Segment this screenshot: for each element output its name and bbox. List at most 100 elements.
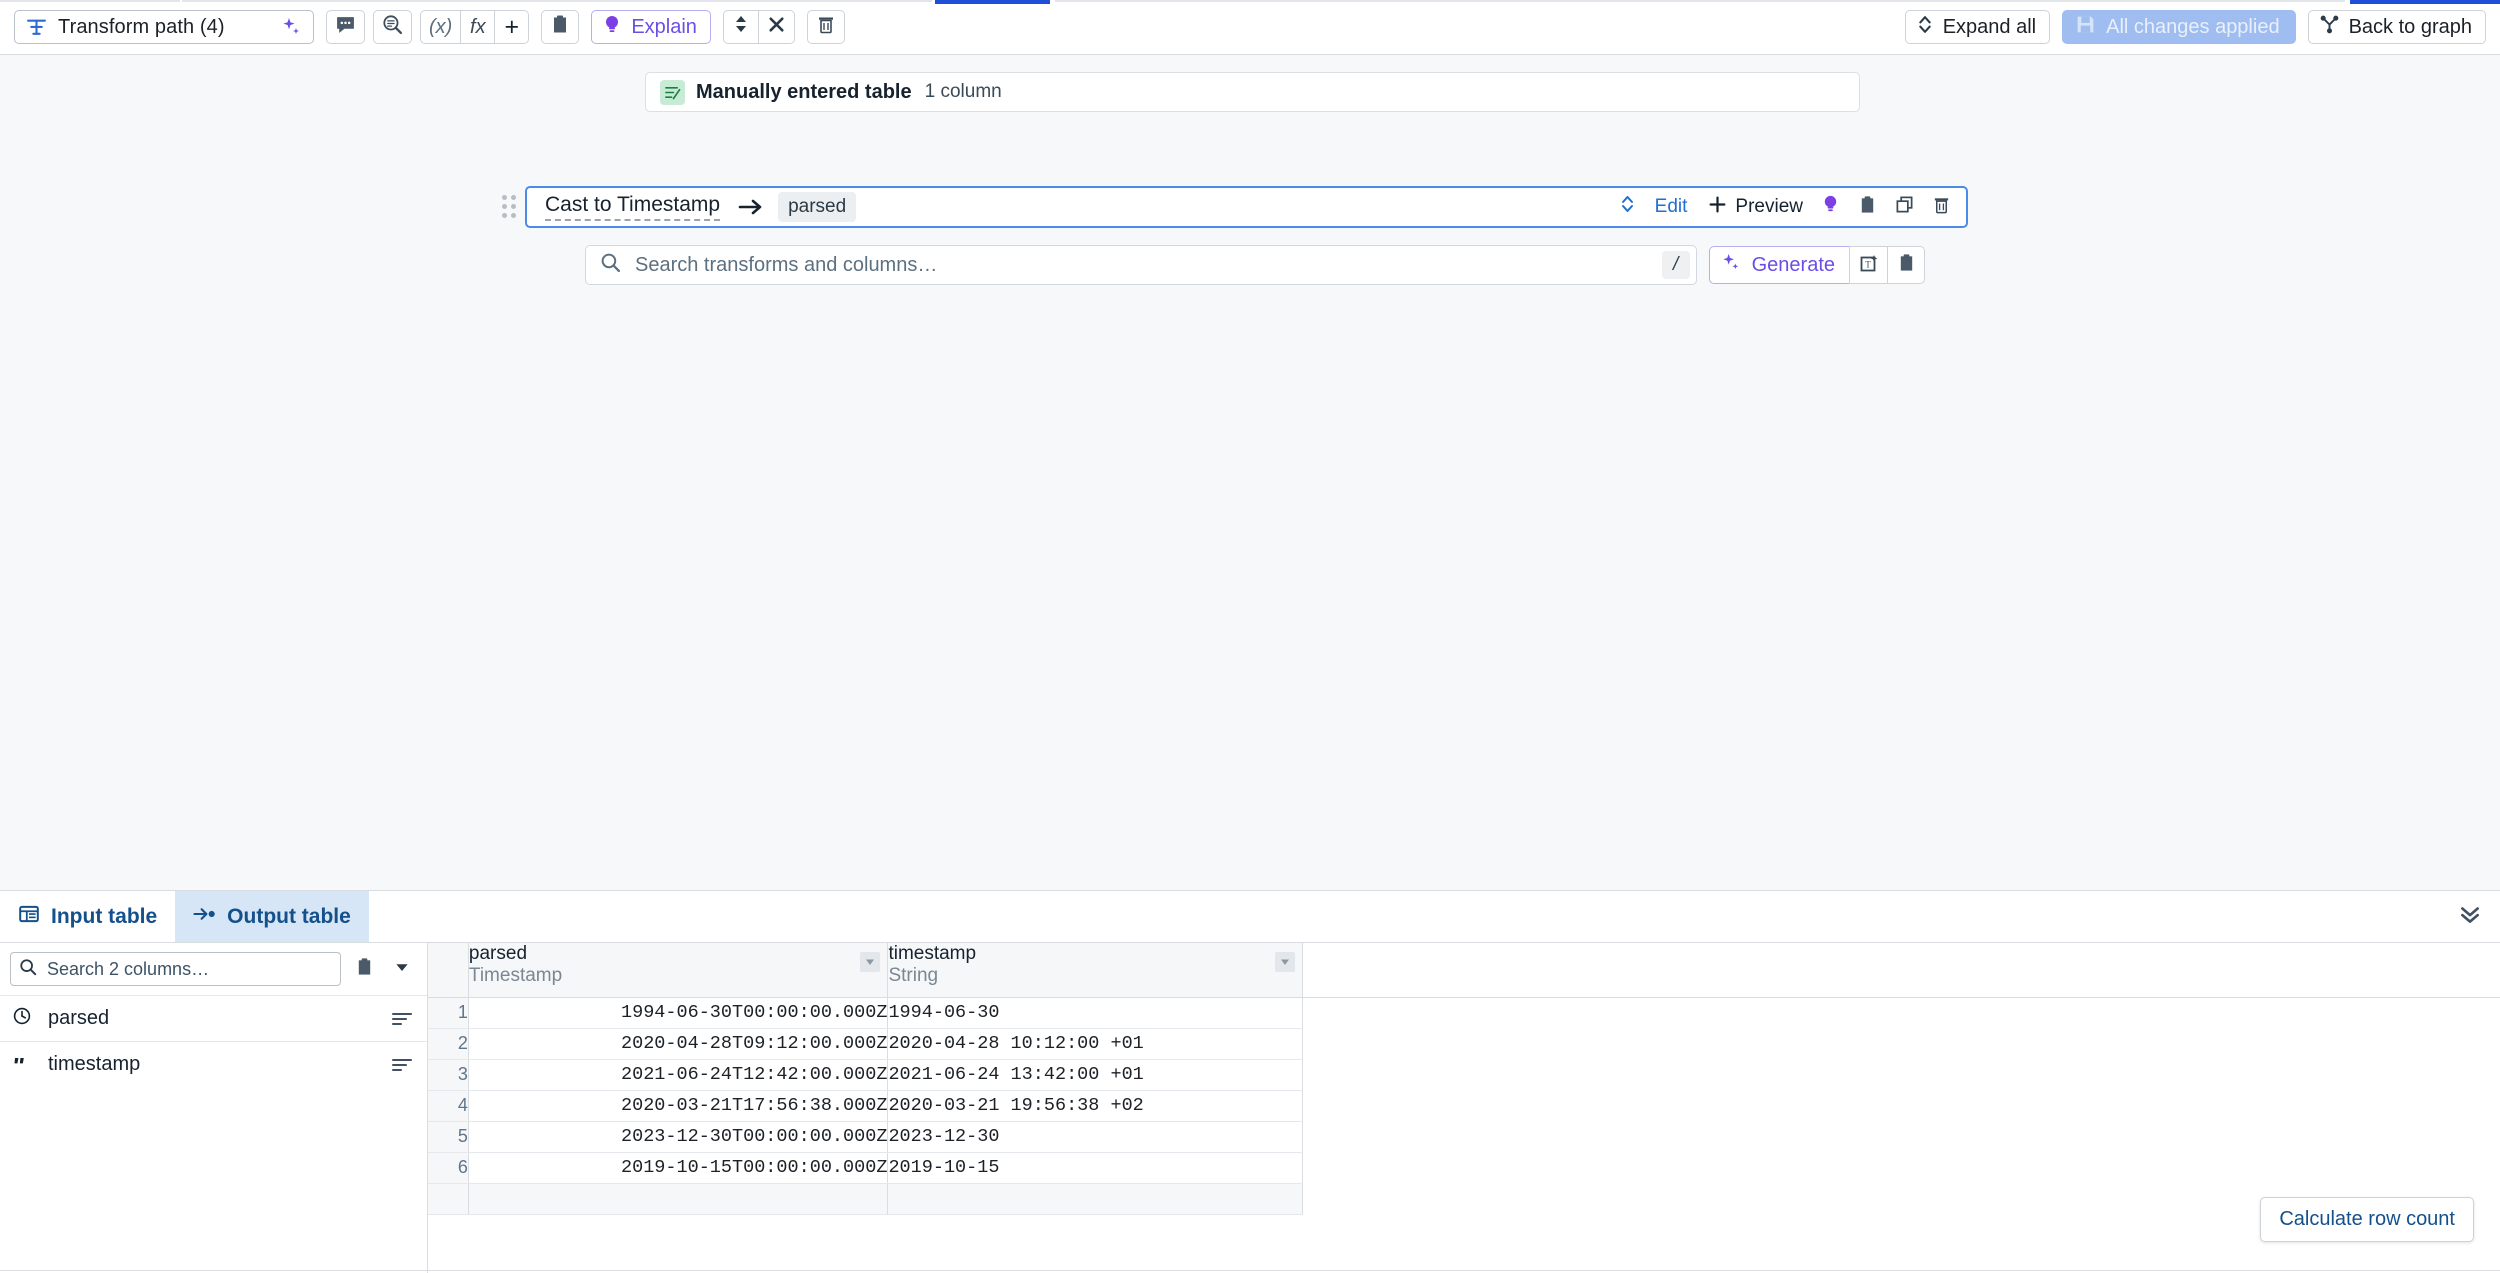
row-number: 6 bbox=[428, 1152, 469, 1184]
search-transforms-input[interactable] bbox=[633, 252, 1662, 278]
cell-parsed: 2019-10-15T00:00:00.000Z bbox=[468, 1152, 889, 1184]
columns-options-dropdown[interactable] bbox=[387, 953, 417, 985]
comment-button[interactable] bbox=[326, 10, 365, 44]
columns-search-input[interactable] bbox=[45, 957, 332, 981]
cell-timestamp: 2020-03-21 19:56:38 +02 bbox=[887, 1090, 1304, 1122]
table-row[interactable]: 6 2019-10-15T00:00:00.000Z 2019-10-15 bbox=[428, 1152, 2500, 1184]
preview-transform-button[interactable]: Preview bbox=[1701, 191, 1810, 223]
column-header-name: parsed bbox=[468, 943, 528, 964]
collapse-panel-button[interactable] bbox=[2440, 891, 2500, 942]
search-transforms-box[interactable]: / bbox=[585, 245, 1697, 285]
explain-label: Explain bbox=[631, 15, 697, 38]
paste-button[interactable] bbox=[541, 10, 580, 44]
delete-node-button[interactable] bbox=[806, 10, 845, 44]
edit-label: Edit bbox=[1654, 196, 1688, 217]
manual-table-icon bbox=[660, 79, 685, 105]
function-icon: fx bbox=[470, 15, 486, 38]
cell-timestamp: 2019-10-15 bbox=[887, 1152, 1304, 1184]
clipboard-icon bbox=[550, 14, 570, 40]
close-icon bbox=[767, 15, 786, 40]
table-row[interactable]: 4 2020-03-21T17:56:38.000Z 2020-03-21 19… bbox=[428, 1090, 2500, 1122]
drag-handle-icon[interactable] bbox=[498, 192, 520, 222]
add-button[interactable]: + bbox=[495, 10, 530, 44]
tabbar-hairline-left bbox=[0, 0, 180, 2]
source-node-manually-entered-table[interactable]: Manually entered table 1 column bbox=[645, 72, 1860, 112]
transform-output-column-pill[interactable]: parsed bbox=[778, 192, 857, 222]
transform-path-label: Transform path (4) bbox=[58, 15, 225, 38]
output-data-table: parsed Timestamp timestamp String 1 1994… bbox=[428, 943, 2500, 1215]
search-nodes-button[interactable] bbox=[373, 10, 412, 44]
table-row[interactable]: 2 2020-04-28T09:12:00.000Z 2020-04-28 10… bbox=[428, 1028, 2500, 1060]
preview-label: Preview bbox=[1735, 196, 1803, 217]
column-list-item-timestamp[interactable]: timestamp bbox=[0, 1041, 427, 1087]
add-variable-button[interactable]: (x) bbox=[420, 10, 462, 44]
expand-node-button[interactable] bbox=[722, 10, 759, 44]
column-header-timestamp[interactable]: timestamp String bbox=[887, 943, 1304, 998]
transform-row-cast-to-timestamp[interactable]: Cast to Timestamp parsed Edit Preview bbox=[525, 186, 1968, 228]
sort-icon[interactable] bbox=[391, 1010, 413, 1028]
generate-button[interactable]: Generate bbox=[1708, 246, 1849, 284]
table-row[interactable]: 5 2023-12-30T00:00:00.000Z 2023-12-30 bbox=[428, 1121, 2500, 1153]
cell-parsed: 2021-06-24T12:42:00.000Z bbox=[468, 1059, 889, 1091]
all-changes-applied-label: All changes applied bbox=[2106, 15, 2280, 38]
expand-all-label: Expand all bbox=[1942, 15, 2037, 38]
row-filler bbox=[1302, 997, 2500, 1028]
double-chevron-down-icon bbox=[2458, 902, 2482, 931]
row-filler bbox=[1302, 1090, 2500, 1121]
plus-icon bbox=[1708, 195, 1727, 220]
transform-name[interactable]: Cast to Timestamp bbox=[545, 193, 721, 221]
add-function-button[interactable]: fx bbox=[461, 10, 496, 44]
cell-parsed: 2020-04-28T09:12:00.000Z bbox=[468, 1028, 889, 1060]
edit-transform-button[interactable]: Edit bbox=[1648, 191, 1698, 223]
transform-search-row: / Generate T bbox=[585, 245, 1925, 285]
close-node-button[interactable] bbox=[758, 10, 795, 44]
lightbulb-icon bbox=[602, 14, 622, 41]
tab-output-table-label: Output table bbox=[227, 904, 351, 928]
row-filler bbox=[1302, 1152, 2500, 1183]
expand-collapse-icon bbox=[732, 14, 750, 40]
column-list-item-parsed[interactable]: parsed bbox=[0, 995, 427, 1041]
cell-timestamp: 2020-04-28 10:12:00 +01 bbox=[887, 1028, 1304, 1060]
sort-icon[interactable] bbox=[391, 1056, 413, 1074]
column-menu-button[interactable] bbox=[1275, 952, 1296, 972]
transform-path-selector[interactable]: Transform path (4) bbox=[14, 10, 314, 44]
tabbar-hairline-mid bbox=[182, 0, 932, 2]
source-node-meta: 1 column bbox=[924, 81, 1002, 102]
generate-label: Generate bbox=[1751, 253, 1835, 276]
delete-transform-button[interactable] bbox=[1925, 191, 1958, 223]
columns-search-box[interactable] bbox=[10, 952, 341, 986]
bottom-panel: Input table Output table Search 2 column… bbox=[0, 891, 2500, 1273]
save-icon bbox=[2075, 14, 2096, 41]
insert-toolgroup: (x) fx + bbox=[420, 10, 530, 44]
tab-input-table[interactable]: Input table bbox=[0, 891, 175, 942]
trash-icon bbox=[1932, 195, 1951, 220]
copy-columns-button[interactable] bbox=[349, 953, 379, 985]
row-filler bbox=[1302, 1028, 2500, 1059]
table-row[interactable]: 1 1994-06-30T00:00:00.000Z 1994-06-30 bbox=[428, 997, 2500, 1029]
expand-all-button[interactable]: Expand all bbox=[1904, 10, 2051, 44]
quote-icon bbox=[12, 1052, 32, 1077]
table-empty-row bbox=[428, 1183, 2500, 1215]
column-menu-button[interactable] bbox=[860, 952, 881, 972]
table-row[interactable]: 3 2021-06-24T12:42:00.000Z 2021-06-24 13… bbox=[428, 1059, 2500, 1091]
sparkle-icon bbox=[1721, 252, 1742, 279]
calculate-row-count-button[interactable]: Calculate row count bbox=[2260, 1197, 2474, 1242]
new-text-node-icon: T bbox=[1859, 253, 1879, 278]
column-header-parsed[interactable]: parsed Timestamp bbox=[468, 943, 889, 998]
tab-output-table[interactable]: Output table bbox=[175, 891, 369, 942]
active-tab-indicator-secondary bbox=[2350, 0, 2500, 4]
new-text-node-button[interactable]: T bbox=[1849, 246, 1887, 284]
top-toolbar: Transform path (4) (x) fx + Explain Expa… bbox=[0, 0, 2500, 55]
reorder-transform-button[interactable] bbox=[1612, 191, 1644, 223]
row-number: 3 bbox=[428, 1059, 469, 1091]
duplicate-transform-button[interactable] bbox=[1888, 191, 1921, 223]
copy-transform-button[interactable] bbox=[1851, 191, 1884, 223]
explain-transform-button[interactable] bbox=[1814, 191, 1847, 223]
cell-timestamp: 2021-06-24 13:42:00 +01 bbox=[887, 1059, 1304, 1091]
paste-transform-button[interactable] bbox=[1887, 246, 1925, 284]
explain-button[interactable]: Explain bbox=[591, 10, 711, 44]
row-number: 4 bbox=[428, 1090, 469, 1122]
cell-timestamp: 1994-06-30 bbox=[887, 997, 1304, 1029]
trash-icon bbox=[816, 14, 836, 40]
back-to-graph-button[interactable]: Back to graph bbox=[2307, 10, 2486, 44]
